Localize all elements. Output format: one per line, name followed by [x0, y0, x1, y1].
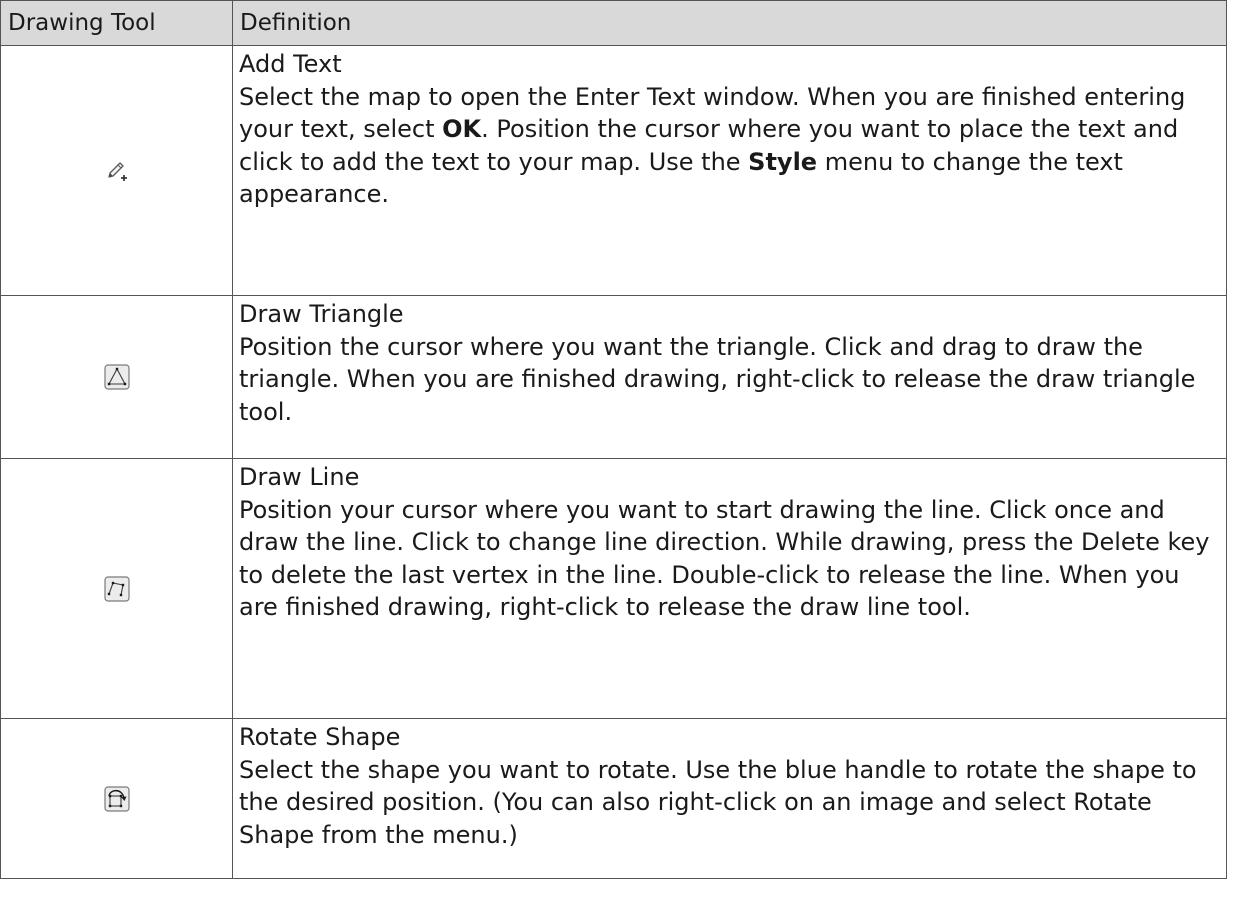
definition-cell: Draw Line Position your cursor where you…	[232, 458, 1227, 719]
tool-icon-cell	[0, 295, 233, 459]
drawing-tools-table: Drawing Tool Definition Add Text Select …	[0, 0, 1227, 879]
rotate-shape-icon	[103, 785, 130, 812]
column-header-definition: Definition	[232, 0, 1227, 46]
definition-text: Position your cursor where you want to s…	[239, 495, 1210, 622]
definition-cell: Draw Triangle Position the cursor where …	[232, 295, 1227, 459]
table-header-row: Drawing Tool Definition	[0, 0, 1227, 46]
style-term: Style	[748, 147, 818, 176]
tool-icon-cell	[0, 458, 233, 719]
definition-cell: Add Text Select the map to open the Ente…	[232, 45, 1227, 296]
draw-triangle-icon	[103, 364, 130, 390]
definition-cell: Rotate Shape Select the shape you want t…	[232, 718, 1227, 879]
table-row: Draw Line Position your cursor where you…	[0, 458, 1227, 719]
table-row: Rotate Shape Select the shape you want t…	[0, 718, 1227, 879]
tool-title: Draw Line	[239, 463, 360, 491]
tool-icon-cell	[0, 718, 233, 879]
tool-title: Rotate Shape	[239, 723, 401, 751]
ok-term: OK	[442, 115, 482, 143]
draw-line-icon	[103, 575, 130, 602]
tool-title: Add Text	[239, 50, 342, 78]
column-header-drawing-tool: Drawing Tool	[0, 0, 233, 46]
pencil-plus-icon	[105, 159, 129, 183]
table-row: Draw Triangle Position the cursor where …	[0, 295, 1227, 459]
definition-text: Select the shape you want to rotate. Use…	[239, 755, 1197, 849]
definition-text: Position the cursor where you want the t…	[239, 332, 1196, 426]
table-row: Add Text Select the map to open the Ente…	[0, 45, 1227, 296]
tool-title: Draw Triangle	[239, 300, 404, 328]
tool-icon-cell	[0, 45, 233, 296]
